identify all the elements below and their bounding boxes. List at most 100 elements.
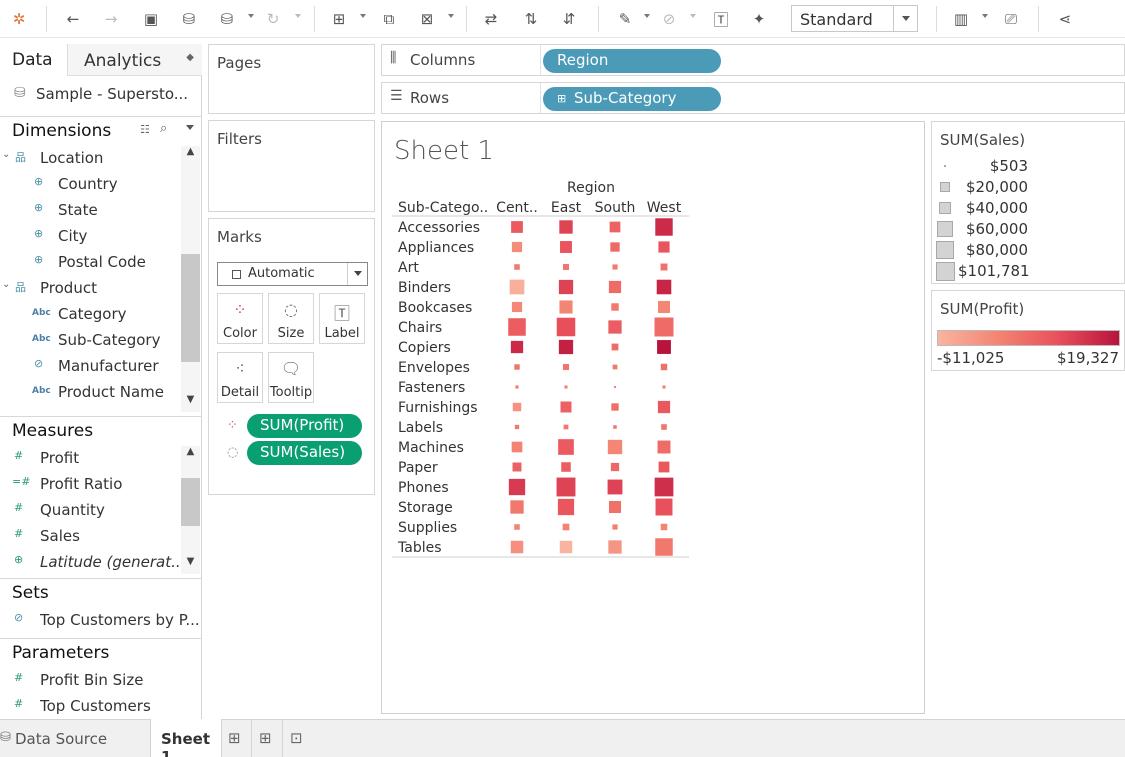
tab-sheet-1[interactable]: Sheet 1: [150, 719, 222, 757]
expand-icon[interactable]: ⊞: [557, 92, 566, 105]
field-postal-code[interactable]: ⊕ Postal Code: [0, 250, 182, 276]
presentation-icon[interactable]: ⎚: [998, 6, 1024, 32]
save-icon[interactable]: ▣: [138, 6, 164, 32]
field-profit[interactable]: # Profit: [0, 446, 182, 472]
scroll-up-icon[interactable]: ▲: [181, 446, 200, 464]
pill-sum-sales[interactable]: SUM(Sales): [247, 441, 362, 465]
label-button[interactable]: 🅃 Label: [319, 293, 365, 344]
scroll-up-icon[interactable]: ▲: [181, 146, 200, 164]
mark-type-select[interactable]: Automatic: [217, 262, 368, 286]
filters-shelf[interactable]: Filters: [208, 120, 375, 212]
refresh-dropdown-icon[interactable]: [295, 14, 301, 18]
scroll-down-icon[interactable]: ▼: [181, 556, 200, 574]
clear-dropdown-icon[interactable]: [448, 14, 454, 18]
new-story-icon: ⊡: [290, 729, 303, 747]
field-city[interactable]: ⊕ City: [0, 224, 182, 250]
dimensions-menu-icon[interactable]: [186, 125, 194, 130]
size-legend-entry[interactable]: $101,781: [932, 261, 1122, 282]
size-legend-entry[interactable]: $20,000: [932, 177, 1122, 198]
field-sub-category[interactable]: Abc Sub-Category: [0, 328, 182, 354]
sort-arrows-icon[interactable]: ◆: [186, 52, 194, 63]
new-story-tab-button[interactable]: ⊡: [284, 720, 314, 757]
size-legend-entry[interactable]: $40,000: [932, 198, 1122, 219]
column-label: Cent..: [496, 200, 538, 216]
field-latitude[interactable]: ⊕ Latitude (generat...: [0, 550, 185, 576]
collapse-icon[interactable]: ⌄: [2, 279, 10, 290]
color-button[interactable]: ⁘ Color: [217, 293, 263, 344]
datasource-item[interactable]: ⛁ Sample - Supersto...: [0, 82, 202, 108]
size-legend-entry[interactable]: $60,000: [932, 219, 1122, 240]
pill-sum-profit[interactable]: SUM(Profit): [247, 414, 362, 438]
new-worksheet-dropdown-icon[interactable]: [360, 14, 366, 18]
size-button[interactable]: ◌ Size: [268, 293, 314, 344]
group-icon[interactable]: ⊘: [656, 6, 682, 32]
location-hierarchy[interactable]: ⌄ 品 Location: [0, 146, 182, 172]
sort-ascending-icon[interactable]: ⇅: [518, 6, 544, 32]
view-mode-select[interactable]: Standard: [791, 5, 918, 32]
show-me-icon[interactable]: ▥: [948, 6, 974, 32]
tooltip-button[interactable]: 🗨 Tooltip: [268, 352, 314, 403]
detail-dots-icon: ⁖: [235, 359, 245, 378]
group-dropdown-icon[interactable]: [690, 14, 696, 18]
detail-button[interactable]: ⁖ Detail: [217, 352, 263, 403]
redo-icon[interactable]: →: [98, 6, 124, 32]
pill-region[interactable]: Region: [543, 49, 721, 73]
tooltip-label: Tooltip: [269, 385, 313, 400]
field-state[interactable]: ⊕ State: [0, 198, 182, 224]
swap-icon[interactable]: ⇄: [478, 6, 504, 32]
search-icon[interactable]: ⌕: [160, 121, 167, 136]
string-icon: Abc: [32, 334, 51, 344]
new-datasource-icon[interactable]: ⛁: [176, 6, 202, 32]
datasource-dropdown-icon[interactable]: [248, 14, 254, 18]
field-manufacturer[interactable]: ⊘ Manufacturer: [0, 354, 182, 380]
color-legend-max: $19,327: [1056, 349, 1119, 367]
clear-icon[interactable]: ⊠: [414, 6, 440, 32]
new-worksheet-tab-button[interactable]: ⊞: [222, 720, 252, 757]
mark-square: [560, 241, 572, 253]
tab-data[interactable]: Data: [0, 44, 67, 76]
field-top-customers-set[interactable]: ⊘ Top Customers by P...: [0, 608, 200, 634]
size-legend-entry[interactable]: $503: [932, 156, 1122, 177]
scroll-thumb[interactable]: [181, 478, 200, 526]
field-profit-ratio[interactable]: =# Profit Ratio: [0, 472, 182, 498]
sort-descending-icon[interactable]: ⇵: [556, 6, 582, 32]
scroll-down-icon[interactable]: ▼: [181, 394, 200, 412]
size-legend-entry[interactable]: $80,000: [932, 240, 1122, 261]
param-profit-bin-size[interactable]: # Profit Bin Size: [0, 668, 182, 694]
show-me-dropdown-icon[interactable]: [982, 14, 988, 18]
share-icon[interactable]: ⋖: [1052, 6, 1078, 32]
mark-square: [559, 220, 573, 234]
field-country[interactable]: ⊕ Country: [0, 172, 182, 198]
labels-icon[interactable]: 🅃: [708, 6, 734, 32]
scroll-thumb[interactable]: [181, 254, 200, 362]
pages-shelf[interactable]: Pages: [208, 44, 375, 114]
new-worksheet-icon[interactable]: ⊞: [326, 6, 352, 32]
pill-sub-category[interactable]: ⊞ Sub-Category: [543, 87, 721, 111]
duplicate-icon[interactable]: ⧉: [376, 6, 402, 32]
hierarchy-icon: 品: [15, 281, 26, 294]
pin-icon[interactable]: ✦: [746, 6, 772, 32]
dimensions-scrollbar[interactable]: ▲ ▼: [181, 146, 200, 412]
rows-shelf[interactable]: ☰ Rows ⊞ Sub-Category: [381, 82, 1125, 114]
measures-scrollbar[interactable]: ▲ ▼: [181, 446, 200, 574]
field-product-name[interactable]: Abc Product Name: [0, 380, 182, 406]
tab-data-source[interactable]: ⛁ Data Source: [0, 720, 150, 757]
highlight-dropdown-icon[interactable]: [644, 14, 650, 18]
field-quantity[interactable]: # Quantity: [0, 498, 182, 524]
new-dashboard-tab-button[interactable]: ⊞: [253, 720, 283, 757]
pill-label: SUM(Profit): [260, 416, 345, 434]
collapse-icon[interactable]: ⌄: [2, 149, 10, 160]
mark-square: [654, 477, 674, 497]
field-category[interactable]: Abc Category: [0, 302, 182, 328]
tableau-logo-icon[interactable]: ✲: [6, 6, 32, 32]
undo-icon[interactable]: ←: [60, 6, 86, 32]
field-sales[interactable]: # Sales: [0, 524, 182, 550]
columns-shelf[interactable]: ⫼ Columns Region: [381, 44, 1125, 76]
product-hierarchy[interactable]: ⌄ 品 Product: [0, 276, 182, 302]
tab-analytics[interactable]: Analytics ◆: [67, 44, 202, 76]
highlight-icon[interactable]: ✎: [612, 6, 638, 32]
datasource-icon[interactable]: ⛁: [214, 6, 240, 32]
refresh-icon[interactable]: ↻: [260, 6, 286, 32]
param-top-customers[interactable]: # Top Customers: [0, 694, 182, 720]
view-as-list-icon[interactable]: ☷: [140, 123, 150, 136]
